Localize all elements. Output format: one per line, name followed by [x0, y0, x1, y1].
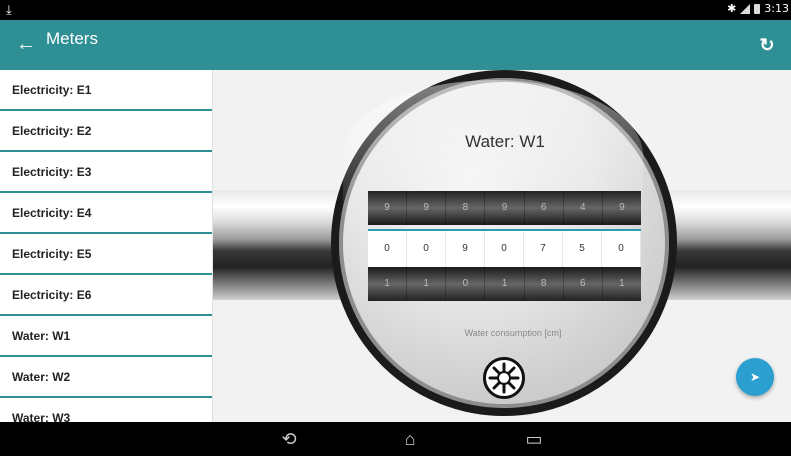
refresh-icon[interactable]: ↻	[755, 33, 779, 57]
send-button[interactable]: ➤	[736, 358, 774, 396]
meter-detail: Water: W1 9 9 8 9 6 4 9 0 0 9 0 7 5 0 1 …	[213, 70, 791, 422]
recents-icon[interactable]: ▭	[514, 428, 554, 450]
list-item[interactable]: Electricity: E2	[0, 111, 212, 152]
meter-title: Water: W1	[465, 132, 545, 151]
counter-row-bottom: 1 1 0 1 8 6 1	[368, 267, 641, 301]
counter-drum[interactable]: 9 9 8 9 6 4 9 0 0 9 0 7 5 0 1 1 0 1 8 6 …	[368, 191, 641, 301]
list-item[interactable]: Electricity: E1	[0, 70, 212, 111]
list-item[interactable]: Electricity: E4	[0, 193, 212, 234]
bluetooth-icon: ✱	[727, 2, 737, 15]
list-item[interactable]: Electricity: E6	[0, 275, 212, 316]
arrow-left-icon[interactable]: ←	[14, 32, 38, 56]
list-item[interactable]: Water: W2	[0, 357, 212, 398]
send-icon: ➤	[749, 370, 761, 384]
battery-icon	[754, 3, 761, 14]
back-icon[interactable]: ⟲	[269, 428, 309, 450]
list-item[interactable]: Electricity: E3	[0, 152, 212, 193]
nav-bar: ⟲ ⌂ ▭	[0, 422, 791, 456]
list-item[interactable]: Electricity: E5	[0, 234, 212, 275]
counter-row-current: 0 0 9 0 7 5 0	[368, 229, 641, 269]
consumption-label: Water consumption [cm]	[464, 328, 562, 338]
status-icons: ✱ 3:13	[727, 2, 789, 15]
list-item[interactable]: Water: W1	[0, 316, 212, 357]
page-title: Meters	[46, 29, 98, 48]
list-item[interactable]: Water: W3	[0, 398, 212, 423]
meter-list: Electricity: E1 Electricity: E2 Electric…	[0, 70, 213, 422]
home-icon[interactable]: ⌂	[390, 428, 430, 450]
download-icon: ⤓	[6, 2, 12, 17]
meter-wheel-icon	[483, 357, 525, 399]
app-bar: ← Meters ↻	[0, 20, 791, 70]
status-bar: ⤓ ✱ 3:13	[0, 0, 791, 20]
counter-row-top: 9 9 8 9 6 4 9	[368, 191, 641, 225]
clock: 3:13	[764, 2, 789, 15]
signal-icon	[740, 3, 751, 14]
